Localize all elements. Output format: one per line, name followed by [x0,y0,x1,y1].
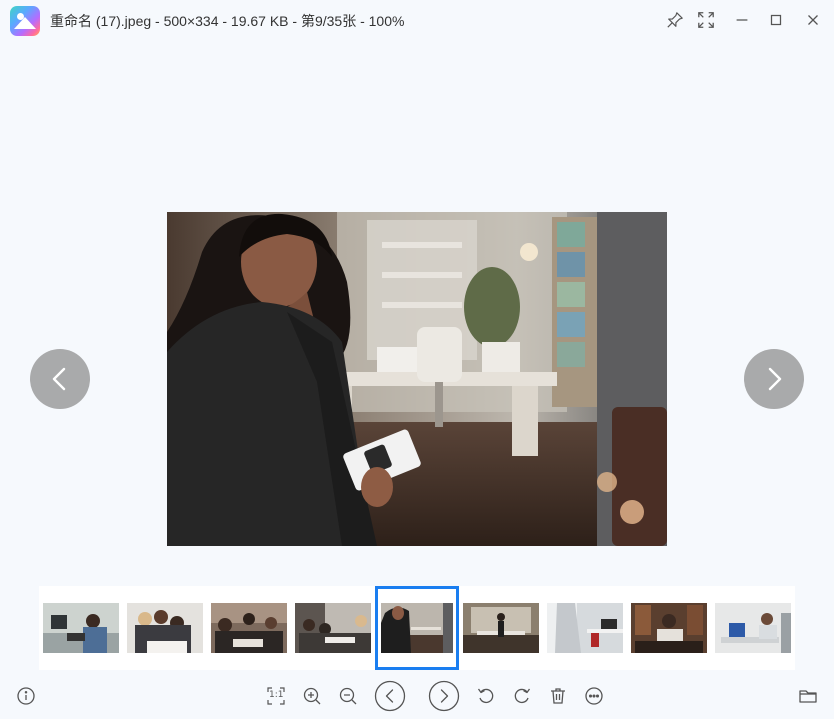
thumbnail[interactable] [127,603,203,653]
pin-icon[interactable] [664,9,686,31]
thumbnail[interactable] [295,603,371,653]
maximize-icon[interactable] [765,9,787,31]
thumbnail[interactable] [715,603,791,653]
zoom-out-icon[interactable] [336,684,360,708]
actual-size-label: 1:1 [269,690,284,700]
thumbnail-strip [39,586,795,670]
rotate-right-icon[interactable] [510,684,534,708]
thumbnail[interactable] [43,603,119,653]
thumbnail[interactable] [211,603,287,653]
next-circle-icon[interactable] [428,680,460,712]
more-icon[interactable] [582,684,606,708]
next-image-button[interactable] [744,349,804,409]
trash-icon[interactable] [546,684,570,708]
minimize-icon[interactable] [731,9,753,31]
previous-circle-icon[interactable] [374,680,406,712]
photo-viewer-app-icon [10,6,40,36]
title-bar: 重命名 (17).jpeg - 500×334 - 19.67 KB - 第9/… [0,0,834,40]
thumbnail[interactable] [631,603,707,653]
folder-icon[interactable] [796,684,820,708]
fullscreen-icon[interactable] [695,9,717,31]
previous-image-button[interactable] [30,349,90,409]
actual-size-button[interactable]: 1:1 [264,684,288,708]
info-icon[interactable] [14,684,38,708]
window-title: 重命名 (17).jpeg - 500×334 - 19.67 KB - 第9/… [50,13,405,29]
main-photo[interactable] [167,212,667,546]
thumbnail-selected[interactable] [375,586,459,670]
rotate-left-icon[interactable] [474,684,498,708]
chevron-right-icon [768,367,782,391]
close-icon[interactable] [802,9,824,31]
thumbnail[interactable] [547,603,623,653]
zoom-in-icon[interactable] [300,684,324,708]
thumbnail[interactable] [463,603,539,653]
chevron-left-icon [52,367,66,391]
